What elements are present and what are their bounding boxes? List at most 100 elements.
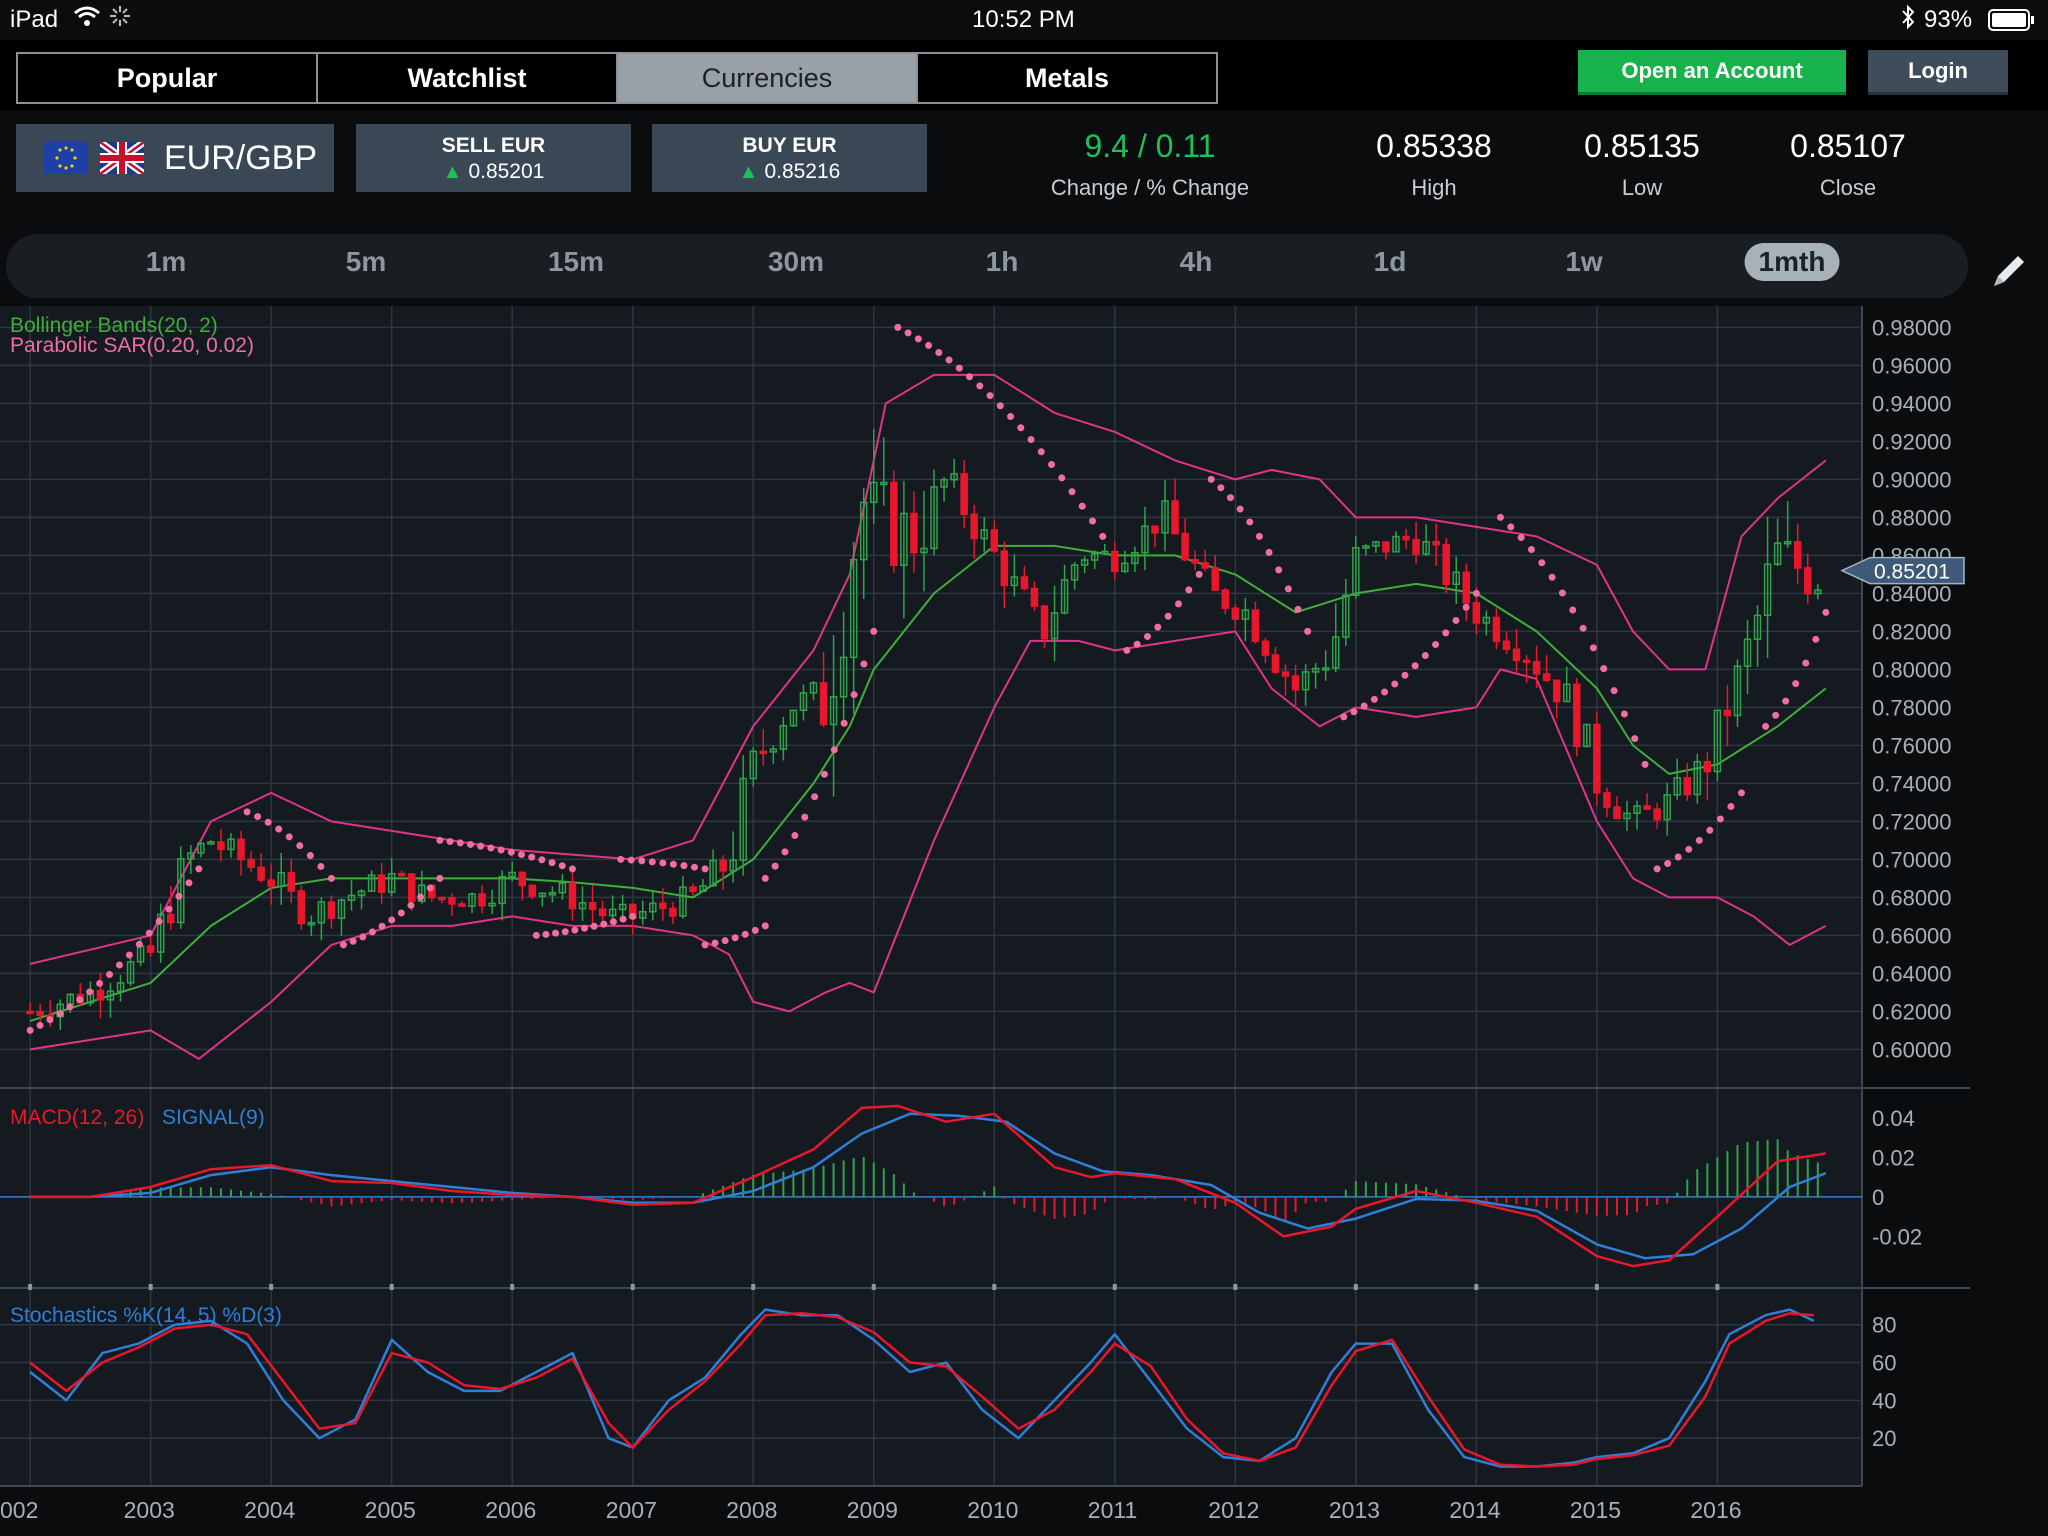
sar-dot <box>125 951 133 959</box>
sar-dot <box>791 832 799 840</box>
sar-dot <box>1381 688 1389 696</box>
sar-dot <box>870 627 878 635</box>
sar-dot <box>935 348 943 356</box>
sar-dot <box>731 934 739 942</box>
sar-dot <box>619 915 627 923</box>
timeframe-30m[interactable]: 30m <box>768 246 824 278</box>
tab-metals[interactable]: Metals <box>918 54 1216 102</box>
tab-currencies[interactable]: Currencies <box>618 54 918 102</box>
year-marker <box>1112 1284 1117 1290</box>
buy-button[interactable]: BUY EUR ▲ 0.85216 <box>652 124 927 192</box>
year-marker <box>389 1284 394 1290</box>
sar-dot <box>1548 573 1556 581</box>
sar-dot <box>561 928 569 936</box>
sar-dot <box>986 392 994 400</box>
close-label: Close <box>1819 175 1877 200</box>
sell-button[interactable]: SELL EUR ▲ 0.85201 <box>356 124 631 192</box>
sar-dot <box>264 818 272 826</box>
candle-body <box>1030 587 1039 607</box>
candle-body <box>1020 576 1029 590</box>
timeframe-1d[interactable]: 1d <box>1374 246 1407 278</box>
candle-body <box>960 473 968 516</box>
sar-dot <box>528 853 536 861</box>
sar-dot <box>1538 559 1546 567</box>
x-tick-label: 2003 <box>124 1497 175 1523</box>
timeframe-15m[interactable]: 15m <box>548 246 604 278</box>
sar-dot <box>1507 523 1515 531</box>
year-marker <box>1233 1284 1238 1290</box>
sar-dot <box>359 933 367 941</box>
timeframe-5m[interactable]: 5m <box>346 246 386 278</box>
sar-dot <box>1255 532 1263 540</box>
sar-dot <box>830 746 838 754</box>
sar-dot <box>417 893 425 901</box>
sar-dot <box>1294 605 1302 613</box>
sar-dot <box>135 940 143 948</box>
tab-popular[interactable]: Popular <box>18 54 318 102</box>
buy-label: BUY EUR <box>742 134 837 157</box>
y-tick-label: 0.68000 <box>1872 885 1952 910</box>
candle-body <box>1261 640 1270 656</box>
sar-dot <box>1706 826 1714 834</box>
login-button[interactable]: Login <box>1868 50 2008 95</box>
sar-dot <box>185 879 193 887</box>
sar-dot <box>1762 722 1770 730</box>
sar-dot <box>1620 710 1628 718</box>
sar-dot <box>1133 640 1141 648</box>
sar-dot <box>1017 424 1025 432</box>
sar-dot <box>1027 435 1035 443</box>
year-marker <box>148 1284 153 1290</box>
sar-dot <box>1391 680 1399 688</box>
sar-dot <box>339 941 347 949</box>
price-chart[interactable]: 0.98000 0.96000 0.94000 0.92000 0.90000 0.880… <box>0 306 2048 1536</box>
sar-dot <box>466 840 474 848</box>
sar-dot <box>1007 412 1015 420</box>
candle-body <box>1492 616 1501 643</box>
chart-area[interactable]: 0.98000 0.96000 0.94000 0.92000 0.90000 0.880… <box>0 306 2048 1536</box>
candle-body <box>1542 673 1551 681</box>
sar-dot <box>1527 546 1535 554</box>
candle-body <box>1804 567 1812 595</box>
year-marker <box>269 1284 274 1290</box>
open-account-button[interactable]: Open an Account <box>1578 50 1846 95</box>
sar-dot <box>1802 659 1810 667</box>
y-tick-label: 0.64000 <box>1872 961 1952 986</box>
x-tick-label: 2016 <box>1690 1497 1741 1523</box>
sar-dot <box>456 839 464 847</box>
sar-dot <box>627 856 635 864</box>
sar-dot <box>751 926 759 934</box>
timeframe-1h[interactable]: 1h <box>986 246 1019 278</box>
timeframe-4h[interactable]: 4h <box>1180 246 1213 278</box>
timeframe-1mth[interactable]: 1mth <box>1744 243 1840 281</box>
sar-dot <box>761 922 769 930</box>
sar-dot <box>617 855 625 863</box>
sar-dot <box>1631 735 1639 743</box>
sar-dot <box>1496 513 1504 521</box>
timeframe-1w[interactable]: 1w <box>1565 246 1602 278</box>
sar-dot <box>568 865 576 873</box>
sar-dot <box>996 402 1004 410</box>
sar-dot <box>638 857 646 865</box>
pencil-icon[interactable] <box>1984 246 2034 296</box>
candle-body <box>910 512 918 554</box>
sar-dot <box>368 928 376 936</box>
tab-watchlist[interactable]: Watchlist <box>318 54 618 102</box>
candle-body <box>96 989 105 1001</box>
x-tick-label: 2014 <box>1449 1497 1500 1523</box>
sell-price: 0.85201 <box>468 160 545 183</box>
candle-body <box>1512 648 1521 662</box>
instrument-selector[interactable]: EUR/GBP <box>16 124 334 192</box>
y-tick-label: 0.78000 <box>1872 695 1952 720</box>
timeframe-1m[interactable]: 1m <box>146 246 186 278</box>
sar-dot <box>446 838 454 846</box>
sar-dot <box>811 793 819 801</box>
candle-body <box>1502 640 1511 650</box>
stoch-y-tick-label: 60 <box>1872 1351 1896 1376</box>
candle-body <box>1593 723 1601 794</box>
sar-dot <box>590 922 598 930</box>
candle-body <box>1211 567 1219 591</box>
candle-body <box>1271 654 1280 673</box>
sar-dot <box>56 1010 64 1018</box>
x-tick-label: 2011 <box>1088 1497 1137 1523</box>
candle-body <box>287 872 296 892</box>
